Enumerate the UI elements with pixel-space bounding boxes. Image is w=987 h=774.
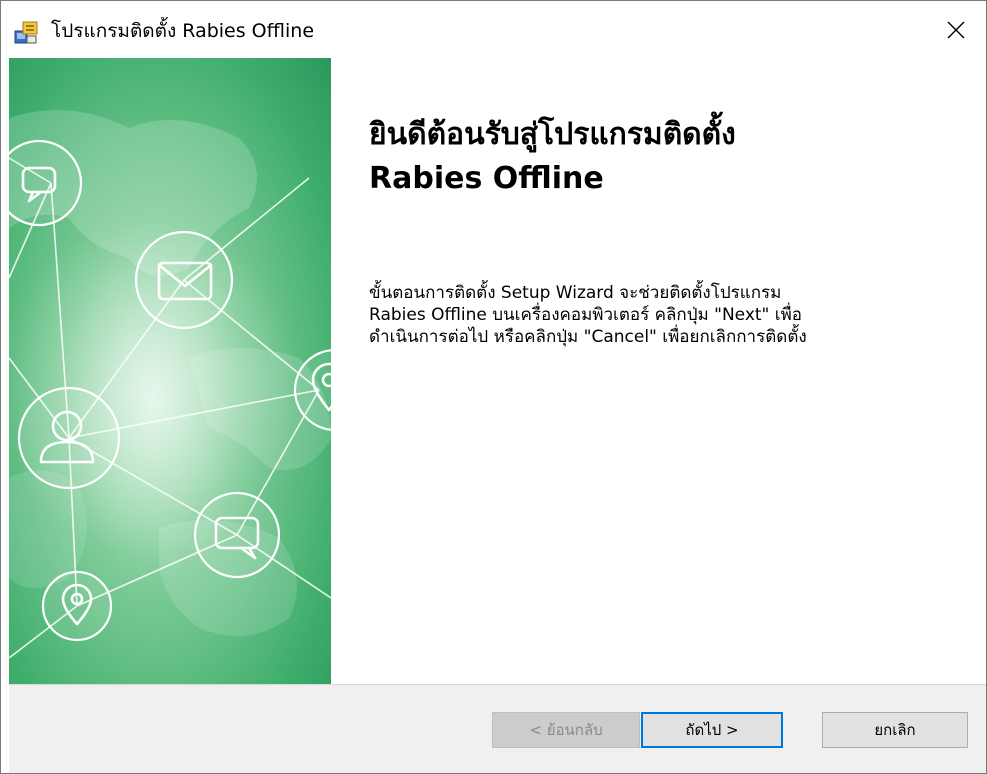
next-button[interactable]: ถัดไป >: [641, 712, 783, 748]
installer-window: โปรแกรมติดตั้ง Rabies Offline ยินดีต้อนร…: [0, 0, 987, 774]
close-button[interactable]: [926, 1, 986, 58]
welcome-description: ขั้นตอนการติดตั้ง Setup Wizard จะช่วยติด…: [369, 282, 969, 348]
installer-app-icon: [14, 21, 38, 44]
welcome-heading-line2: Rabies Offline: [369, 161, 604, 196]
description-line2: Rabies Offline บนเครื่องคอมพิวเตอร์ คลิก…: [369, 305, 802, 325]
description-line3: ดำเนินการต่อไป หรือคลิกปุ่ม "Cancel" เพื…: [369, 327, 807, 347]
close-icon: [947, 21, 965, 38]
network-illustration: [9, 58, 331, 684]
title-bar[interactable]: โปรแกรมติดตั้ง Rabies Offline: [1, 1, 986, 58]
button-bar: < ย้อนกลับ ถัดไป > ยกเลิก: [9, 684, 986, 773]
cancel-button[interactable]: ยกเลิก: [822, 712, 968, 748]
wizard-banner-image: [9, 58, 331, 684]
welcome-heading: ยินดีต้อนรับสู่โปรแกรมติดตั้ง Rabies Off…: [369, 113, 949, 201]
welcome-heading-line1: ยินดีต้อนรับสู่โปรแกรมติดตั้ง: [369, 117, 736, 152]
back-button[interactable]: < ย้อนกลับ: [492, 712, 640, 748]
description-line1: ขั้นตอนการติดตั้ง Setup Wizard จะช่วยติด…: [369, 283, 782, 303]
window-title: โปรแกรมติดตั้ง Rabies Offline: [51, 20, 315, 42]
